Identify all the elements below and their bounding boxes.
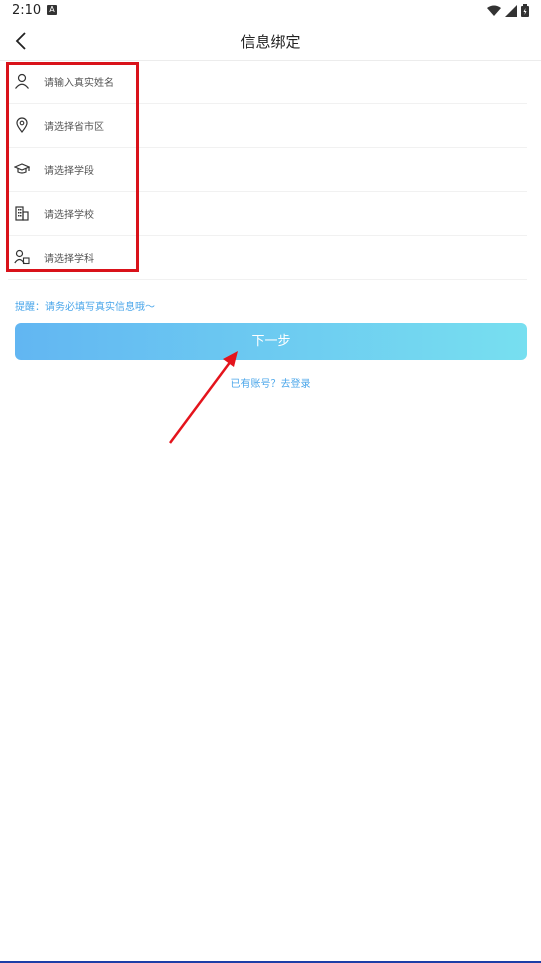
login-link[interactable]: 已有账号？去登录: [0, 375, 541, 390]
info-form: 请输入真实姓名 请选择省市区 请选择学段 请选择学校 请选择学科: [0, 60, 541, 280]
name-field[interactable]: 请输入真实姓名: [8, 60, 527, 104]
people-icon: [14, 249, 30, 265]
location-pin-icon: [16, 117, 28, 133]
building-icon: [15, 206, 29, 221]
person-icon: [15, 73, 29, 89]
stage-select[interactable]: 请选择学段: [8, 148, 527, 192]
region-select[interactable]: 请选择省市区: [8, 104, 527, 148]
status-time: 2:10: [12, 3, 42, 18]
name-placeholder: 请输入真实姓名: [44, 78, 114, 89]
status-bar: 2:10 A: [0, 0, 541, 22]
status-icons: [487, 4, 529, 17]
signal-icon: [505, 4, 517, 17]
stage-placeholder: 请选择学段: [44, 166, 94, 177]
school-placeholder: 请选择学校: [44, 210, 94, 221]
subject-select[interactable]: 请选择学科: [8, 236, 527, 280]
graduation-cap-icon: [14, 163, 30, 174]
wifi-icon: [487, 5, 501, 16]
reminder-text: 提醒：请务必填写真实信息哦～: [15, 302, 155, 313]
region-placeholder: 请选择省市区: [44, 122, 104, 133]
notification-a-icon: A: [47, 5, 57, 15]
battery-icon: [521, 4, 529, 17]
nav-bar: 信息绑定: [0, 22, 541, 61]
next-step-button[interactable]: 下一步: [15, 323, 527, 360]
page-title: 信息绑定: [240, 33, 301, 51]
school-select[interactable]: 请选择学校: [8, 192, 527, 236]
subject-placeholder: 请选择学科: [44, 254, 94, 265]
